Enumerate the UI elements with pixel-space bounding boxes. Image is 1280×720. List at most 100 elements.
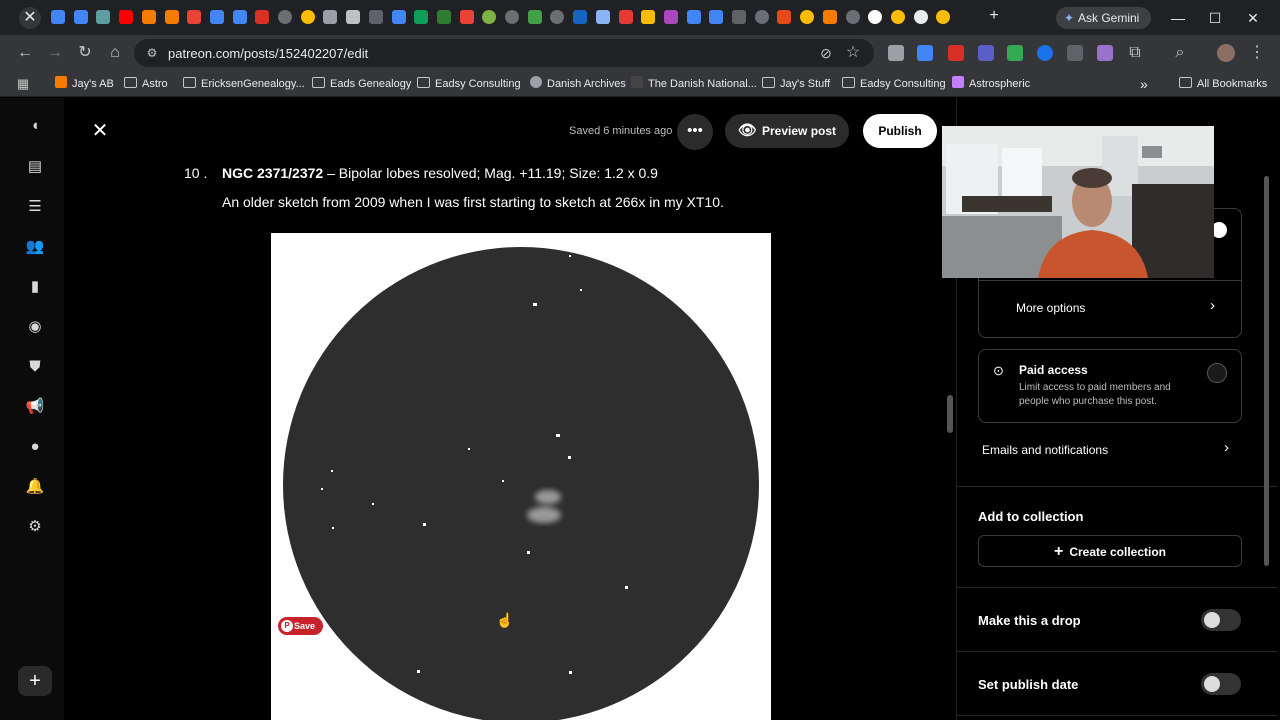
pinned-tab-maps-icon[interactable] <box>187 10 202 24</box>
bookmark-item[interactable]: Jay's Stuff <box>762 76 830 92</box>
sketch-image[interactable] <box>271 233 771 720</box>
pinned-tab-chrome-icon[interactable] <box>800 10 815 24</box>
notification-extension-icon[interactable] <box>948 45 964 61</box>
list-item-title[interactable]: NGC 2371/2372 – Bipolar lobes resolved; … <box>222 165 658 181</box>
pinned-tab-moon-icon[interactable] <box>913 10 928 24</box>
profile-avatar[interactable] <box>1217 44 1235 62</box>
pinned-tab-cloud-icon[interactable] <box>96 10 111 24</box>
camera-extension-icon[interactable] <box>888 45 904 61</box>
tab-search-icon[interactable]: ⌕ <box>1170 43 1190 63</box>
address-bar[interactable]: ⚙ patreon.com/posts/152402207/edit <box>134 39 874 67</box>
close-editor-icon[interactable]: ✕ <box>90 120 110 142</box>
home-icon[interactable]: ⌂ <box>105 43 125 63</box>
pinned-tab-camera-icon[interactable] <box>368 10 383 24</box>
forward-icon[interactable]: → <box>45 43 65 63</box>
publish-date-toggle[interactable] <box>1201 673 1241 695</box>
pinterest-save-button[interactable]: P Save <box>278 617 323 635</box>
reload-icon[interactable]: ↻ <box>75 43 95 63</box>
n-extension-icon[interactable] <box>1037 45 1053 61</box>
make-drop-toggle[interactable] <box>1201 609 1241 631</box>
bookmark-item[interactable]: EricksenGenealogy... <box>183 76 305 92</box>
pinned-tab-globe-icon[interactable] <box>754 10 769 24</box>
bookmark-item[interactable]: Danish Archives <box>530 76 626 92</box>
back-icon[interactable]: ← <box>15 43 35 63</box>
promotions-megaphone-icon[interactable]: 📢 <box>24 396 46 418</box>
pinned-tab-youtube-icon[interactable] <box>119 10 134 24</box>
pinned-tab-gmail-icon[interactable] <box>255 10 270 24</box>
pinned-tab-globe-icon[interactable] <box>278 10 292 24</box>
bookmark-item[interactable]: Eadsy Consulting <box>417 76 521 92</box>
bookmark-item[interactable]: Astrospheric <box>952 76 1030 92</box>
bookmark-star-icon[interactable]: ☆ <box>843 43 863 63</box>
paid-access-radio[interactable] <box>1207 363 1227 383</box>
pen-extension-icon[interactable] <box>1097 45 1113 61</box>
patreon-logo-icon[interactable]: ◖ <box>24 115 46 137</box>
settings-scrollbar[interactable] <box>1262 160 1270 720</box>
create-post-plus-button[interactable]: + <box>18 666 52 696</box>
chrome-menu-icon[interactable]: ⋮ <box>1247 43 1267 63</box>
pinned-tab-docs-icon[interactable] <box>391 10 406 24</box>
pinned-tab-globe-icon[interactable] <box>550 10 565 24</box>
zoom-extension-icon[interactable] <box>978 45 994 61</box>
pinned-tab-docs-icon[interactable] <box>232 10 247 24</box>
emails-chevron-icon[interactable]: › <box>1224 439 1229 456</box>
more-actions-button[interactable]: ••• <box>677 114 713 150</box>
site-info-icon[interactable]: ⚙ <box>144 45 160 61</box>
bookmark-item[interactable]: Astro <box>124 76 168 92</box>
pinned-tab-globe-icon[interactable] <box>505 10 519 24</box>
more-options-chevron-icon[interactable]: › <box>1210 297 1215 314</box>
pinned-tab-colorwheel-icon[interactable] <box>663 10 678 24</box>
pinned-tab-patreon-icon[interactable] <box>868 10 883 24</box>
pinned-tab-docs-icon[interactable] <box>209 10 224 24</box>
url-text[interactable]: patreon.com/posts/152402207/edit <box>168 46 368 61</box>
minimize-icon[interactable]: — <box>1168 8 1188 28</box>
window-close-icon[interactable]: ✕ <box>1243 8 1263 28</box>
library-icon[interactable]: ☰ <box>24 196 46 218</box>
pinned-tab-blogger-icon[interactable] <box>822 10 837 24</box>
scrollbar-thumb[interactable] <box>1264 176 1269 566</box>
drive-extension-icon[interactable] <box>1007 45 1023 61</box>
pinned-tab-maps-icon[interactable] <box>459 10 474 24</box>
pinned-tab-docs-icon[interactable] <box>73 10 88 24</box>
pinned-tab-arrow-icon[interactable] <box>732 10 746 24</box>
pinned-tab-m-icon[interactable] <box>573 10 588 24</box>
shield-icon[interactable]: ⛊ <box>24 356 46 378</box>
pinned-tab-zc-icon[interactable] <box>777 10 792 24</box>
insights-icon[interactable]: ▮ <box>24 276 46 298</box>
pinned-tab-sparkle-icon[interactable] <box>595 10 610 24</box>
all-bookmarks-button[interactable]: All Bookmarks <box>1179 76 1267 92</box>
preview-post-button[interactable]: 👁 Preview post <box>725 114 849 148</box>
pinned-tab-chrome-icon[interactable] <box>890 10 905 24</box>
calculator-extension-icon[interactable] <box>1067 45 1083 61</box>
pinned-tab-docs-icon[interactable] <box>51 10 65 24</box>
eye-off-icon[interactable]: ⊘ <box>816 43 836 63</box>
list-item-description[interactable]: An older sketch from 2009 when I was fir… <box>222 194 724 210</box>
pinned-tab-blogger-icon[interactable] <box>141 10 156 24</box>
bookmarks-overflow-icon[interactable]: » <box>1140 76 1148 92</box>
notifications-bell-icon[interactable]: 🔔 <box>24 476 46 498</box>
settings-gear-icon[interactable]: ⚙ <box>24 516 46 538</box>
more-options-label[interactable]: More options <box>1016 301 1085 315</box>
pinned-tab-docs-icon[interactable] <box>686 10 701 24</box>
bookmark-item[interactable]: Eads Genealogy <box>312 76 411 92</box>
ask-gemini-button[interactable]: ✦ Ask Gemini <box>1056 7 1151 29</box>
pinned-tab-chrome-icon[interactable] <box>936 10 951 24</box>
bookmark-item[interactable]: The Danish National... <box>631 76 757 92</box>
emails-notifications-label[interactable]: Emails and notifications <box>982 443 1108 457</box>
active-tab-close-icon[interactable]: ✕ <box>19 7 41 29</box>
maximize-icon[interactable]: ☐ <box>1205 8 1225 28</box>
payouts-icon[interactable]: ◉ <box>24 316 46 338</box>
bookmark-item[interactable]: Eadsy Consulting <box>842 76 946 92</box>
pinned-tab-astro-icon[interactable] <box>436 10 451 24</box>
pinned-tab-edit-icon[interactable] <box>323 10 338 24</box>
editor-scrollbar[interactable] <box>947 395 953 433</box>
pinned-tab-pen-icon[interactable] <box>346 10 361 24</box>
pinned-tab-frog-icon[interactable] <box>527 10 542 24</box>
new-tab-icon[interactable]: + <box>986 8 1002 24</box>
audience-icon[interactable]: 👥 <box>24 236 46 258</box>
pinned-tab-drive-icon[interactable] <box>641 10 656 24</box>
pinned-tab-globe-icon[interactable] <box>845 10 860 24</box>
shop-icon[interactable]: ▤ <box>24 156 46 178</box>
extensions-puzzle-icon[interactable]: ⧉ <box>1125 43 1145 63</box>
publish-button[interactable]: Publish <box>863 114 937 148</box>
